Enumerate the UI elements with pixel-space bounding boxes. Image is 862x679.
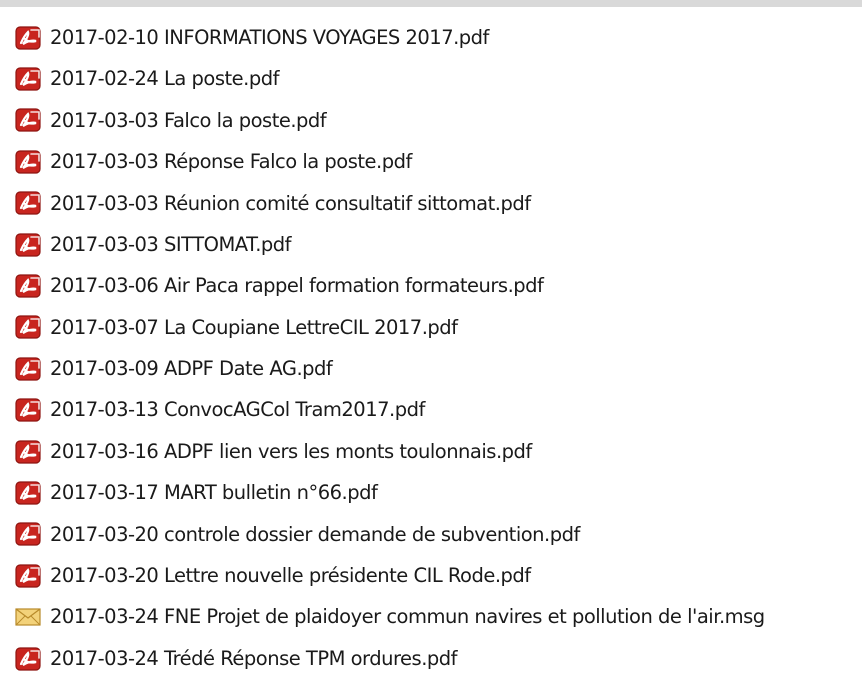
file-row[interactable]: 2017-03-07 La Coupiane LettreCIL 2017.pd… xyxy=(0,307,862,348)
file-list: 2017-02-10 INFORMATIONS VOYAGES 2017.pdf… xyxy=(0,17,862,679)
pdf-icon xyxy=(12,272,44,300)
pdf-icon xyxy=(12,645,44,673)
pdf-icon xyxy=(12,106,44,134)
file-row[interactable]: 2017-03-03 Réunion comité consultatif si… xyxy=(0,183,862,224)
file-row[interactable]: 2017-02-24 La poste.pdf xyxy=(0,58,862,99)
file-row[interactable]: 2017-03-13 ConvocAGCol Tram2017.pdf xyxy=(0,390,862,431)
file-name: 2017-03-20 Lettre nouvelle présidente CI… xyxy=(50,564,531,588)
mail-icon xyxy=(12,603,44,631)
file-name: 2017-03-03 SITTOMAT.pdf xyxy=(50,232,292,256)
file-name: 2017-03-03 Réponse Falco la poste.pdf xyxy=(50,150,412,174)
file-name: 2017-02-10 INFORMATIONS VOYAGES 2017.pdf xyxy=(50,25,489,49)
file-name: 2017-03-06 Air Paca rappel formation for… xyxy=(50,274,544,298)
file-row[interactable]: 2017-03-24 Trédé Réponse TPM ordures.pdf xyxy=(0,638,862,679)
pdf-icon xyxy=(12,562,44,590)
pdf-icon xyxy=(12,65,44,93)
file-row[interactable]: 2017-03-24 FNE Projet de plaidoyer commu… xyxy=(0,596,862,637)
file-row[interactable]: 2017-03-06 Air Paca rappel formation for… xyxy=(0,265,862,306)
pdf-icon xyxy=(12,479,44,507)
pdf-icon xyxy=(12,189,44,217)
pdf-icon xyxy=(12,355,44,383)
pdf-icon xyxy=(12,148,44,176)
file-name: 2017-03-24 Trédé Réponse TPM ordures.pdf xyxy=(50,646,458,670)
file-name: 2017-03-20 controle dossier demande de s… xyxy=(50,522,580,546)
file-row[interactable]: 2017-03-17 MART bulletin n°66.pdf xyxy=(0,472,862,513)
file-row[interactable]: 2017-02-10 INFORMATIONS VOYAGES 2017.pdf xyxy=(0,17,862,58)
file-row[interactable]: 2017-03-03 Réponse Falco la poste.pdf xyxy=(0,141,862,182)
file-row[interactable]: 2017-03-09 ADPF Date AG.pdf xyxy=(0,348,862,389)
pdf-icon xyxy=(12,313,44,341)
file-name: 2017-03-07 La Coupiane LettreCIL 2017.pd… xyxy=(50,315,458,339)
pane-top-border xyxy=(0,0,862,7)
file-name: 2017-03-03 Réunion comité consultatif si… xyxy=(50,191,531,215)
file-name: 2017-03-03 Falco la poste.pdf xyxy=(50,108,327,132)
file-row[interactable]: 2017-03-03 Falco la poste.pdf xyxy=(0,100,862,141)
pdf-icon xyxy=(12,24,44,52)
pdf-icon xyxy=(12,396,44,424)
file-name: 2017-03-09 ADPF Date AG.pdf xyxy=(50,357,333,381)
file-row[interactable]: 2017-03-20 controle dossier demande de s… xyxy=(0,514,862,555)
file-name: 2017-03-24 FNE Projet de plaidoyer commu… xyxy=(50,605,765,629)
file-row[interactable]: 2017-03-16 ADPF lien vers les monts toul… xyxy=(0,431,862,472)
file-row[interactable]: 2017-03-03 SITTOMAT.pdf xyxy=(0,224,862,265)
pdf-icon xyxy=(12,231,44,259)
file-row[interactable]: 2017-03-20 Lettre nouvelle présidente CI… xyxy=(0,555,862,596)
file-name: 2017-02-24 La poste.pdf xyxy=(50,67,279,91)
file-name: 2017-03-13 ConvocAGCol Tram2017.pdf xyxy=(50,398,425,422)
pdf-icon xyxy=(12,520,44,548)
file-name: 2017-03-16 ADPF lien vers les monts toul… xyxy=(50,439,532,463)
file-name: 2017-03-17 MART bulletin n°66.pdf xyxy=(50,481,378,505)
pdf-icon xyxy=(12,438,44,466)
